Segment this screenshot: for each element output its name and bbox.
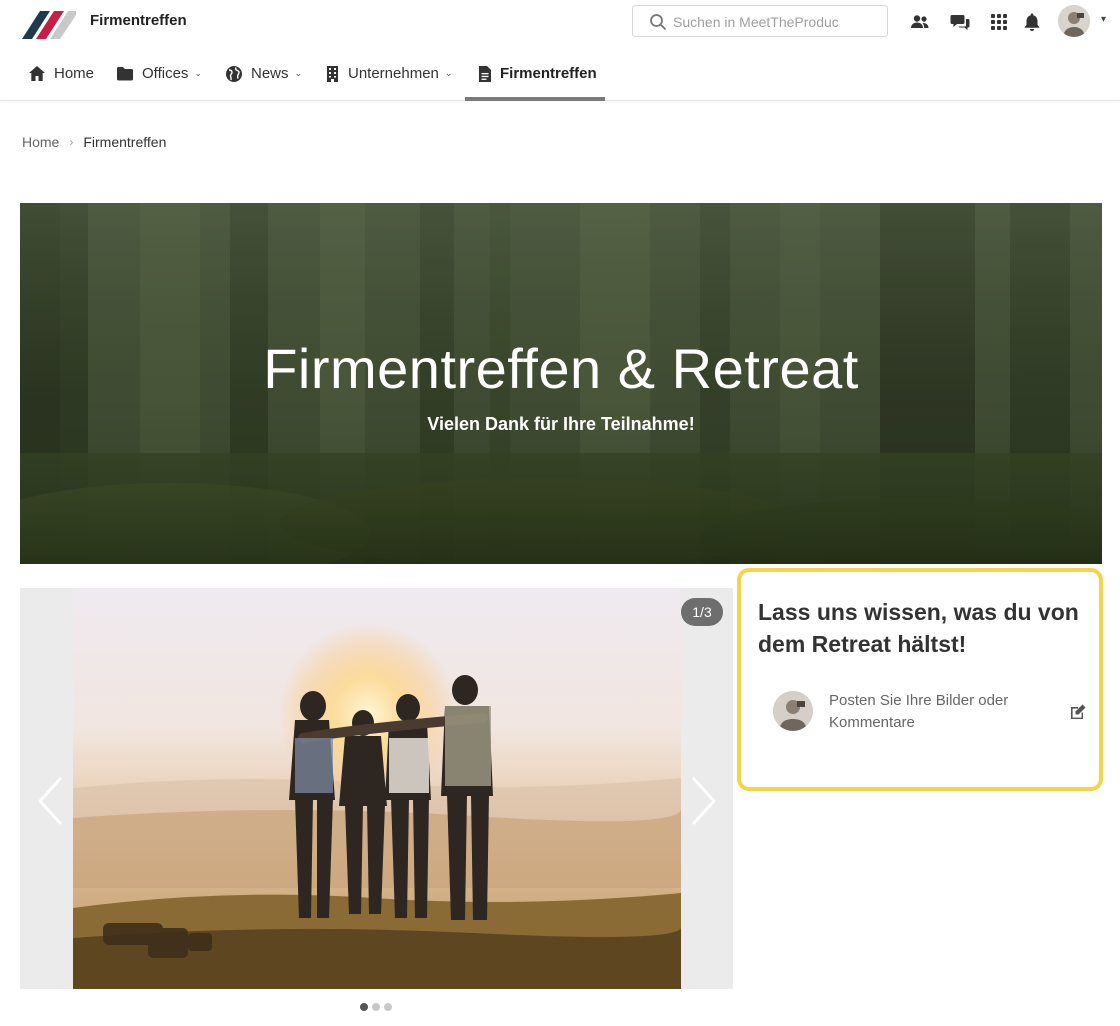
nav-item-news[interactable]: News ⌄ [225,46,302,101]
nav-item-offices[interactable]: Offices ⌄ [116,46,202,101]
nav-item-label: Home [54,65,95,82]
folder-icon [117,67,133,81]
company-logo[interactable] [20,5,76,39]
carousel-next-arrow-icon[interactable] [688,776,718,826]
search-input[interactable] [673,12,873,32]
breadcrumb-separator: › [69,135,74,149]
chevron-down-icon: ⌄ [444,68,453,78]
carousel-pagination [360,1003,392,1011]
hero-subtitle: Vielen Dank für Ihre Teilnahme! [427,414,695,434]
carousel-previous-arrow-icon[interactable] [36,776,66,826]
top-bar: Firmentreffen ▾ [0,0,1120,46]
search-icon [649,13,667,31]
feedback-card: Lass uns wissen, was du von dem Retreat … [737,568,1103,791]
active-tab-indicator [465,97,605,101]
nav-item-unternehmen[interactable]: Unternehmen ⌄ [325,46,452,101]
nav-item-label: Offices [142,65,189,82]
user-avatar[interactable] [1058,5,1090,37]
chevron-down-icon: ⌄ [194,68,202,78]
nav-item-home[interactable]: Home [28,46,94,101]
feedback-title: Lass uns wissen, was du von dem Retreat … [758,599,1079,657]
nav-item-label: News [251,65,289,82]
edit-icon[interactable] [1069,703,1087,721]
feedback-user-avatar [773,691,813,731]
people-icon[interactable] [909,11,931,33]
globe-icon [226,65,242,82]
nav-item-firmentreffen[interactable]: Firmentreffen [478,46,597,101]
chat-icon[interactable] [949,11,971,33]
carousel-image-friends-sunset[interactable] [73,588,681,989]
hero-banner: Firmentreffen & Retreat Vielen Dank für … [20,203,1102,564]
site-title[interactable]: Firmentreffen [90,12,187,29]
nav-item-label: Firmentreffen [500,65,597,82]
main-navigation: Home Offices ⌄ News ⌄ Unternehmen ⌄ Firm… [0,46,1120,101]
home-icon [29,66,45,81]
post-prompt[interactable]: Posten Sie Ihre Bilder oder Kommentare [829,690,1049,734]
carousel-counter: 1/3 [681,598,723,626]
carousel-dot-1[interactable] [360,1003,368,1011]
bell-icon[interactable] [1021,11,1043,33]
hero-title: Firmentreffen & Retreat [263,337,859,400]
building-icon [327,65,338,82]
carousel-dot-3[interactable] [384,1003,392,1011]
nav-item-label: Unternehmen [348,65,439,82]
account-menu-caret[interactable]: ▾ [1101,14,1106,25]
chevron-down-icon: ⌄ [294,68,303,78]
apps-grid-icon[interactable] [988,11,1010,33]
breadcrumb-home-link[interactable]: Home [22,134,59,150]
document-icon [479,65,491,82]
carousel-dot-2[interactable] [372,1003,380,1011]
breadcrumb: Home › Firmentreffen [22,134,166,150]
breadcrumb-current: Firmentreffen [83,134,167,150]
search-box[interactable] [632,5,888,37]
image-carousel: 1/3 [20,588,733,989]
